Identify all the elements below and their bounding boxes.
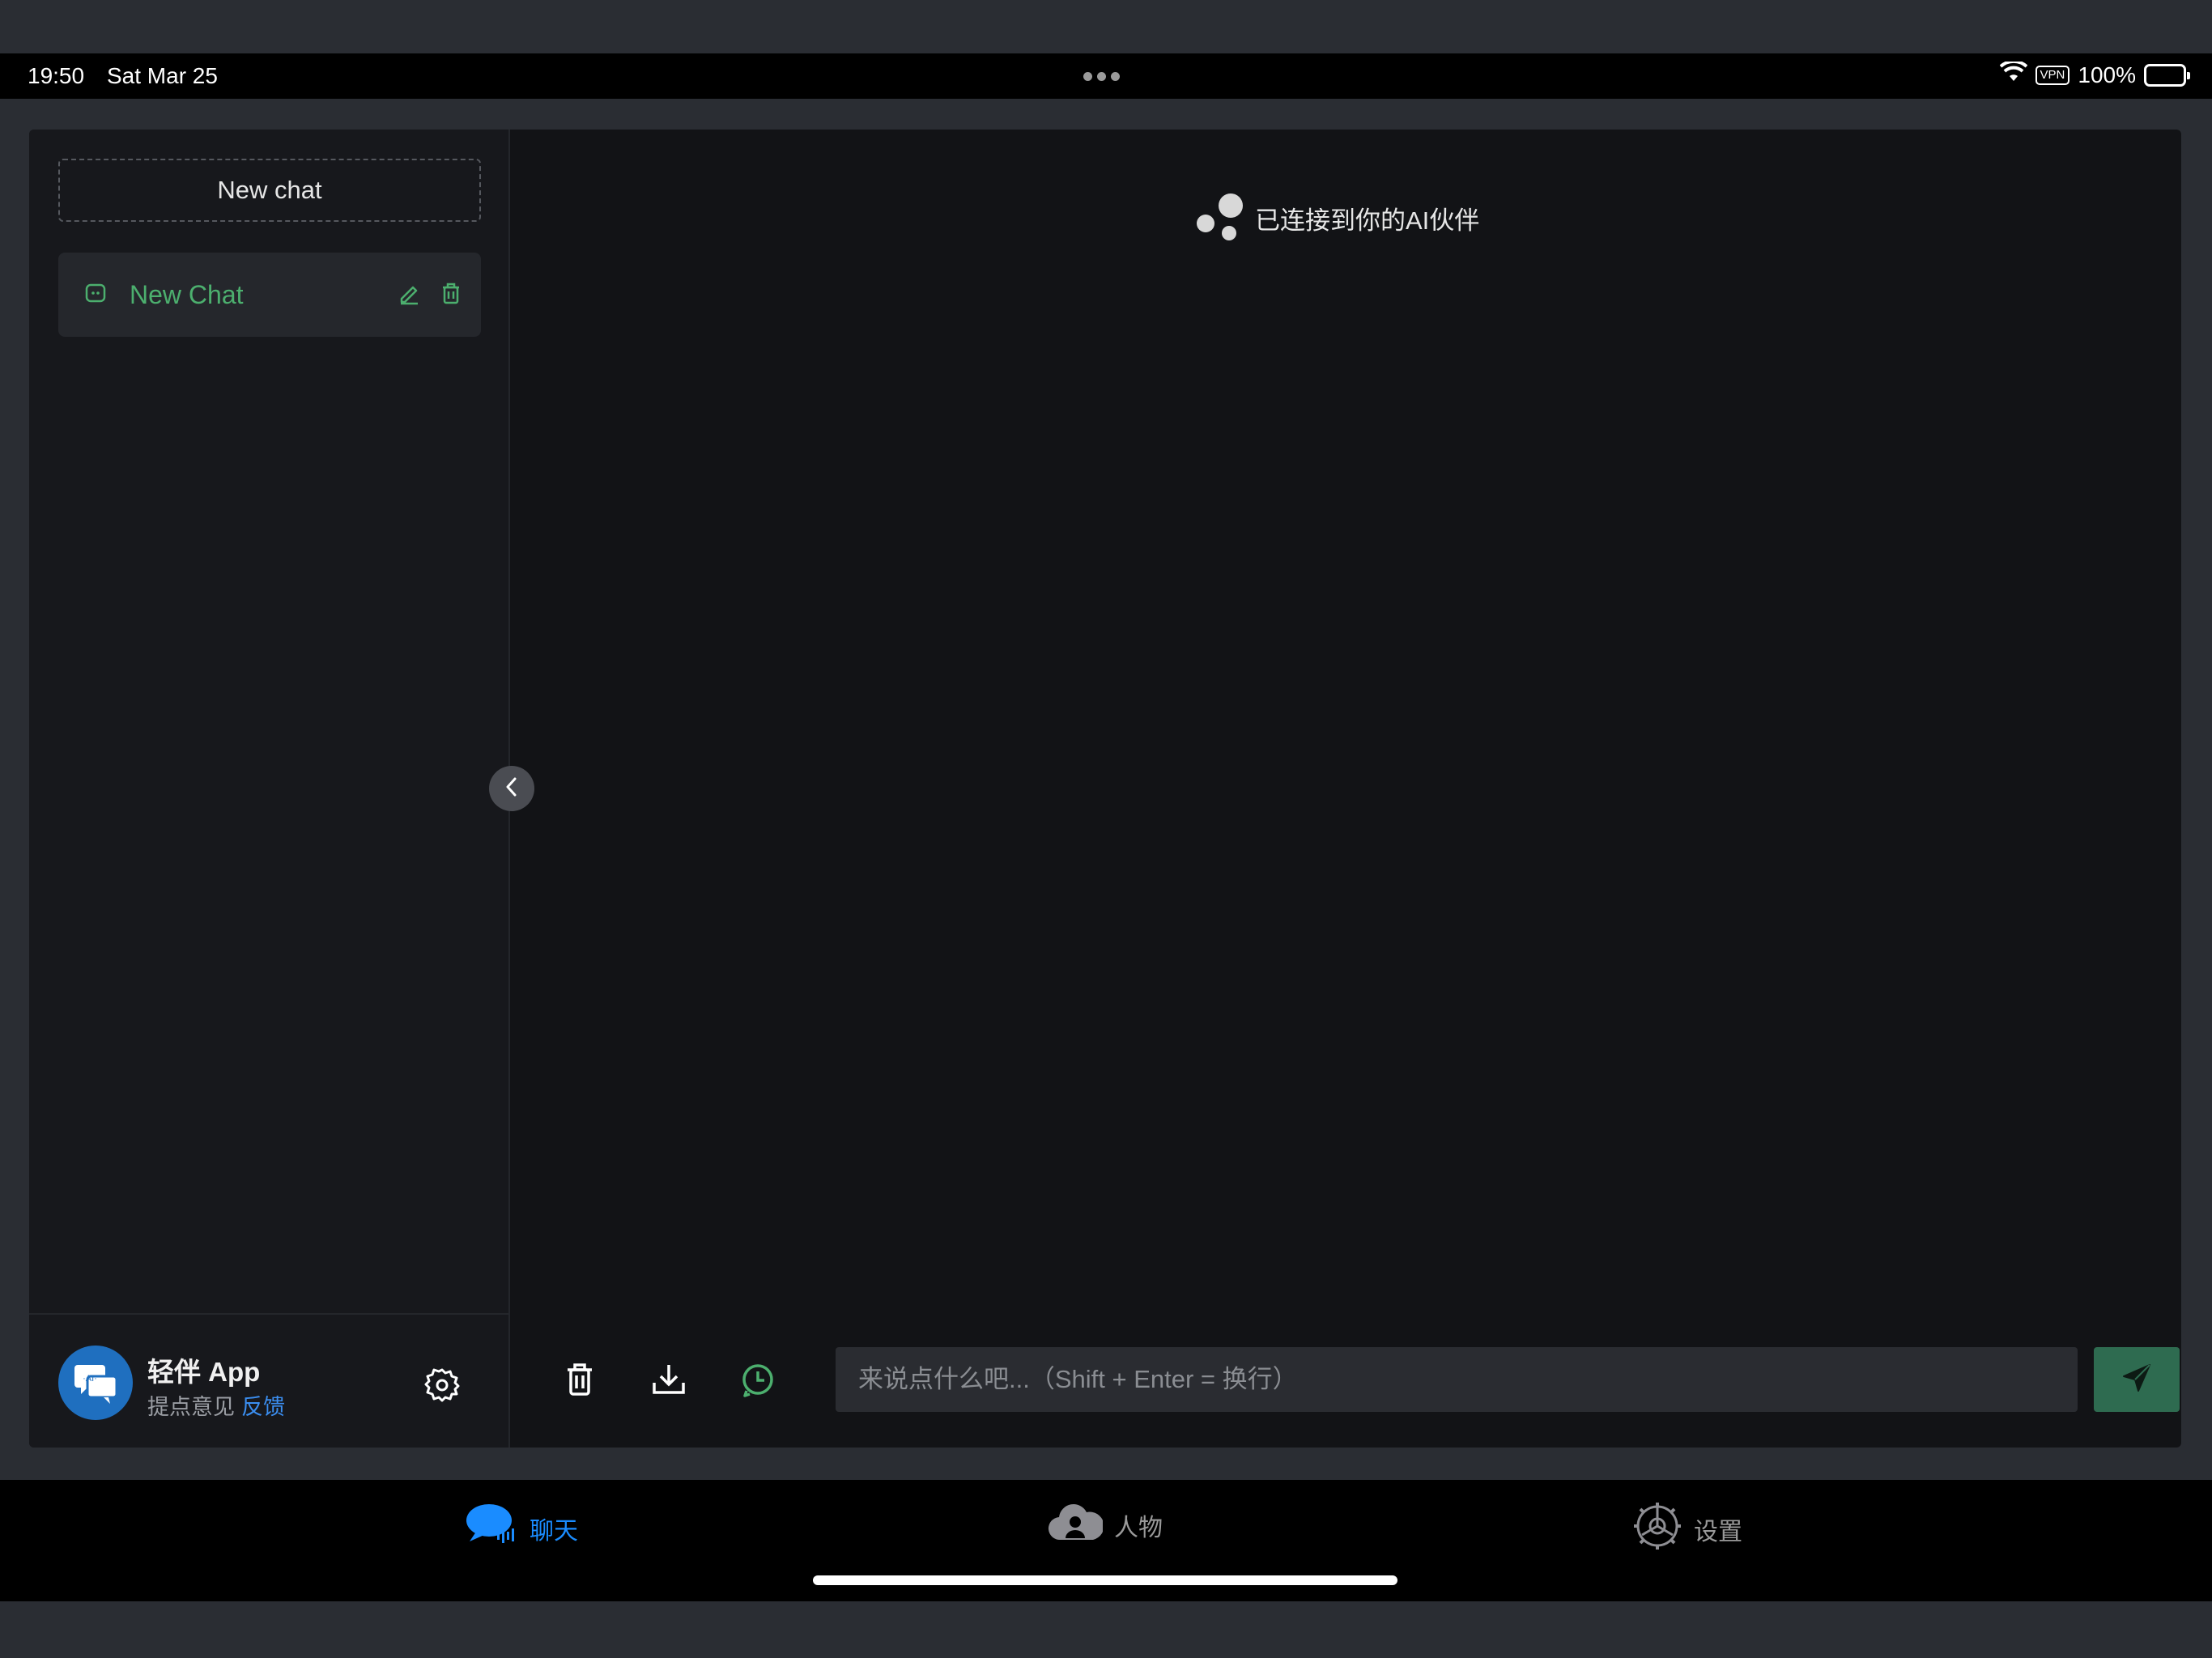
ai-bubbles-icon bbox=[1195, 191, 1244, 245]
tab-chat[interactable]: 聊天 bbox=[465, 1501, 578, 1556]
connection-status-text: 已连接到你的AI伙伴 bbox=[1255, 206, 1480, 235]
feedback-link[interactable]: 反馈 bbox=[241, 1395, 285, 1419]
delete-icon[interactable] bbox=[439, 281, 463, 309]
status-bar: 19:50 Sat Mar 25 VPN 100% bbox=[0, 53, 2212, 99]
tab-settings-label: 设置 bbox=[1694, 1519, 1742, 1545]
composer bbox=[510, 1347, 2181, 1412]
chat-item-actions bbox=[397, 281, 463, 309]
send-plane-icon bbox=[2121, 1362, 2153, 1398]
chat-icon bbox=[84, 282, 107, 308]
sidebar-footer: ·AI· 轻伴 App 提点意见 反馈 bbox=[29, 1313, 510, 1448]
status-date: Sat Mar 25 bbox=[107, 63, 218, 88]
history-clock-icon[interactable] bbox=[732, 1354, 784, 1405]
chat-bubble-icon bbox=[465, 1501, 518, 1556]
feedback-text: 提点意见 反馈 bbox=[147, 1389, 285, 1421]
settings-gear-icon[interactable] bbox=[424, 1367, 460, 1406]
status-right: VPN 100% bbox=[1999, 59, 2190, 88]
feedback-prefix: 提点意见 bbox=[147, 1395, 235, 1419]
chat-list-item[interactable]: New Chat bbox=[58, 253, 481, 337]
gear-icon bbox=[1632, 1501, 1682, 1558]
status-time: 19:50 bbox=[28, 63, 85, 88]
app-logo-avatar: ·AI· bbox=[58, 1346, 133, 1420]
tab-characters[interactable]: 人物 bbox=[1048, 1501, 1163, 1550]
screen: 19:50 Sat Mar 25 VPN 100% New chat New C… bbox=[0, 0, 2212, 1658]
multitasking-dots-icon[interactable] bbox=[1083, 72, 1120, 81]
collapse-sidebar-button[interactable] bbox=[489, 766, 534, 811]
chat-connection-status: 已连接到你的AI伙伴 bbox=[1195, 191, 1479, 245]
sidebar: New chat New Chat ·AI· 轻伴 App 提点意见 反馈 bbox=[29, 130, 510, 1448]
battery-icon bbox=[2144, 63, 2190, 87]
tab-chat-label: 聊天 bbox=[530, 1518, 578, 1545]
app-name: 轻伴 App bbox=[147, 1357, 261, 1387]
home-indicator[interactable] bbox=[813, 1575, 1397, 1585]
avatar-text: ·AI· bbox=[83, 1374, 97, 1384]
vpn-badge: VPN bbox=[2035, 65, 2070, 85]
cloud-person-icon bbox=[1048, 1501, 1104, 1550]
send-button[interactable] bbox=[2094, 1347, 2180, 1412]
app-window: New chat New Chat ·AI· 轻伴 App 提点意见 反馈 已连… bbox=[29, 130, 2181, 1448]
clear-chat-trash-icon[interactable] bbox=[554, 1354, 606, 1405]
tab-characters-label: 人物 bbox=[1114, 1515, 1163, 1541]
chevron-left-icon bbox=[504, 776, 520, 801]
edit-icon[interactable] bbox=[397, 281, 421, 309]
chat-item-label: New Chat bbox=[130, 279, 244, 309]
new-chat-button[interactable]: New chat bbox=[58, 159, 481, 222]
download-icon[interactable] bbox=[643, 1354, 695, 1405]
tab-settings[interactable]: 设置 bbox=[1632, 1501, 1742, 1558]
message-input[interactable] bbox=[836, 1347, 2078, 1412]
wifi-icon bbox=[1999, 59, 2027, 88]
battery-percent: 100% bbox=[2078, 62, 2136, 87]
